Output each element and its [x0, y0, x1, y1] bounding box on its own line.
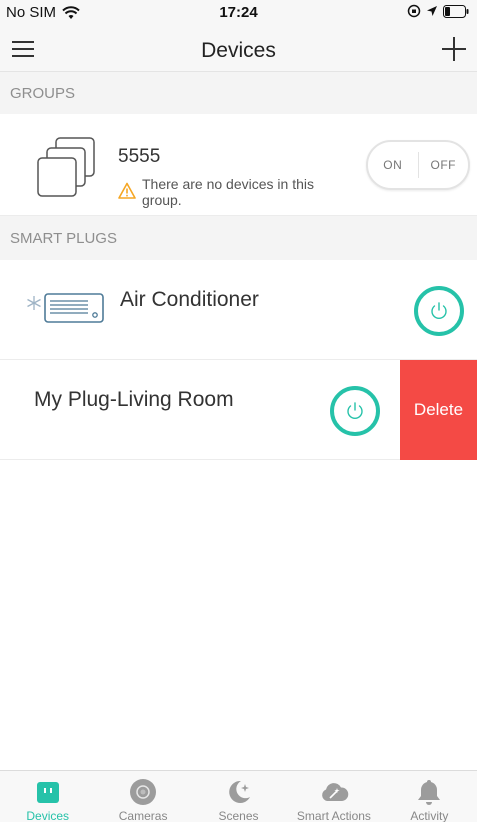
air-conditioner-icon	[27, 293, 104, 323]
device-row-air-conditioner[interactable]: Air Conditioner	[0, 260, 477, 360]
power-icon	[431, 302, 447, 320]
delete-button[interactable]: Delete	[400, 360, 477, 460]
orientation-lock-icon	[407, 4, 421, 18]
nav-bar: Devices	[0, 26, 477, 72]
tab-cameras[interactable]: Cameras	[95, 771, 190, 822]
group-on-button[interactable]: ON	[368, 142, 418, 188]
status-time: 17:24	[219, 4, 258, 21]
groups-section-header: GROUPS	[0, 72, 477, 114]
device-name: My Plug-Living Room	[34, 388, 234, 411]
tab-bar: Devices Cameras Scenes Smart Actions Act…	[0, 770, 477, 822]
tab-label: Smart Actions	[296, 809, 371, 822]
tab-scenes[interactable]: Scenes	[191, 771, 286, 822]
tab-label: Scenes	[218, 809, 259, 822]
group-name: 5555	[118, 146, 161, 167]
tab-label: Activity	[410, 809, 449, 822]
page-title: Devices	[201, 39, 276, 62]
battery-icon	[443, 4, 469, 18]
group-off-button[interactable]: OFF	[419, 142, 469, 188]
status-indicators	[407, 4, 469, 18]
smart-plugs-section-header: SMART PLUGS	[0, 216, 477, 260]
camera-icon	[130, 779, 157, 805]
tab-activity[interactable]: Activity	[382, 771, 477, 822]
location-icon	[427, 6, 437, 16]
tab-label: Devices	[26, 809, 70, 822]
scenes-icon	[228, 780, 250, 803]
power-button[interactable]	[414, 286, 464, 336]
tab-smart-actions[interactable]: Smart Actions	[286, 771, 381, 822]
add-icon[interactable]	[439, 34, 469, 64]
warning-icon	[118, 182, 136, 199]
smart-actions-icon	[322, 783, 349, 801]
group-on-off-toggle[interactable]: ON OFF	[366, 140, 470, 190]
power-button[interactable]	[330, 386, 380, 436]
group-warning: There are no devices in this group.	[118, 176, 322, 208]
bell-icon	[418, 780, 441, 805]
devices-icon	[36, 782, 59, 803]
device-name: Air Conditioner	[120, 288, 259, 311]
warning-text: There are no devices in this group.	[142, 176, 314, 208]
menu-icon[interactable]	[10, 37, 38, 61]
tab-devices[interactable]: Devices	[0, 771, 95, 822]
group-icon	[37, 137, 95, 197]
tab-label: Cameras	[118, 809, 168, 822]
status-bar: No SIM 17:24	[0, 0, 477, 26]
power-icon	[347, 402, 363, 420]
